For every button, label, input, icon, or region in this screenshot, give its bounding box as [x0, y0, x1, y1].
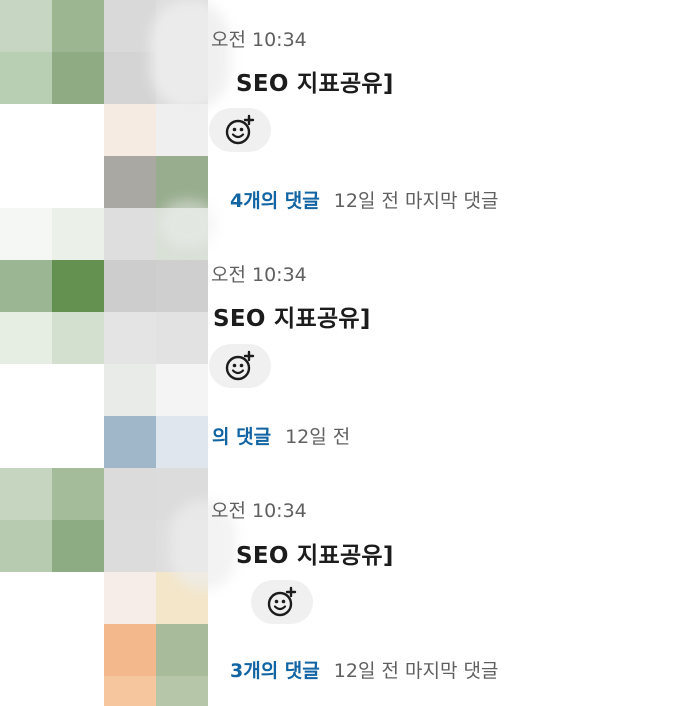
add-reaction-icon — [225, 350, 255, 381]
message-timestamp[interactable]: 오전 10:34 — [211, 25, 307, 52]
last-reply-time: 12일 전 마지막 댓글 — [333, 190, 499, 212]
message-timestamp[interactable]: 오전 10:34 — [211, 496, 307, 523]
message-list: 오전 10:34 SEO 지표공유] 4개의 댓글 12일 전 마지막 댓글 오전… — [0, 0, 674, 706]
reply-count-link[interactable]: 의 댓글 — [212, 426, 271, 448]
add-reaction-button[interactable] — [209, 108, 271, 152]
reply-count-link[interactable]: 3개의 댓글 — [230, 660, 320, 682]
add-reaction-icon — [267, 586, 297, 617]
thread-summary[interactable]: 의 댓글 12일 전 — [212, 422, 350, 449]
message-item[interactable]: 오전 10:34 SEO 지표공유] 4개의 댓글 12일 전 마지막 댓글 — [0, 0, 674, 236]
reply-count-link[interactable]: 4개의 댓글 — [230, 190, 320, 212]
thread-summary[interactable]: 4개의 댓글 12일 전 마지막 댓글 — [230, 186, 498, 213]
message-item[interactable]: 오전 10:34 SEO 지표공유] 3개의 댓글 12일 전 마지막 댓글 — [0, 472, 674, 706]
last-reply-time: 12일 전 마지막 댓글 — [333, 660, 499, 682]
thread-summary[interactable]: 3개의 댓글 12일 전 마지막 댓글 — [230, 656, 498, 683]
add-reaction-button[interactable] — [209, 344, 271, 388]
message-title: SEO 지표공유] — [236, 543, 394, 569]
message-title: SEO 지표공유] — [236, 71, 394, 97]
message-item[interactable]: 오전 10:34 SEO 지표공유] 의 댓글 12일 전 — [0, 236, 674, 472]
last-reply-time: 12일 전 — [285, 426, 351, 448]
message-title: SEO 지표공유] — [213, 306, 371, 332]
add-reaction-button[interactable] — [251, 580, 313, 624]
message-timestamp[interactable]: 오전 10:34 — [211, 260, 307, 287]
add-reaction-icon — [225, 114, 255, 145]
